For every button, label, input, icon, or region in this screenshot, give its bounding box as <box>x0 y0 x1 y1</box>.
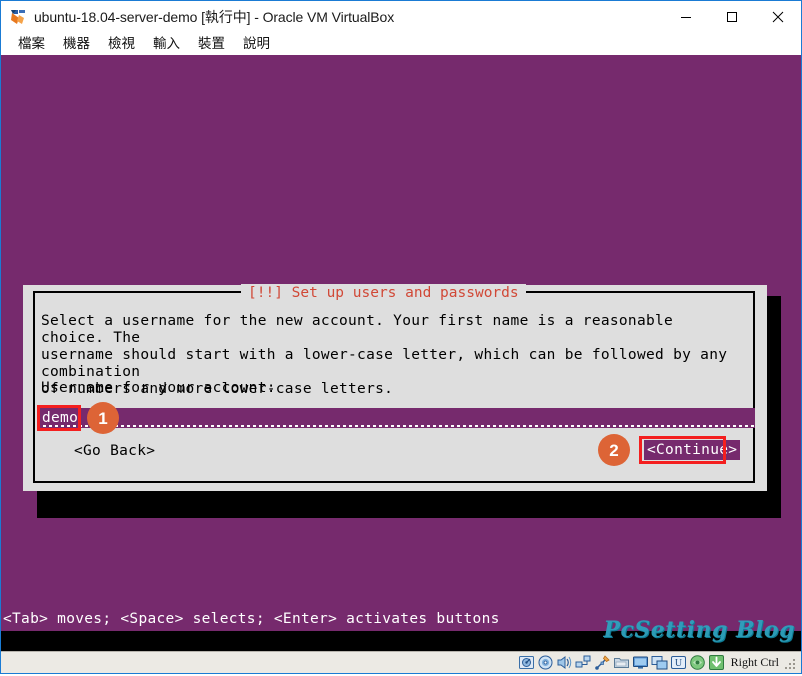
watermark: PcSetting Blog <box>603 617 795 643</box>
svg-text:U: U <box>675 658 683 669</box>
menu-item-help[interactable]: 說明 <box>234 33 279 55</box>
minimize-icon[interactable] <box>663 1 709 33</box>
username-input-underline <box>37 425 755 427</box>
hard-disk-icon[interactable] <box>518 654 535 671</box>
host-key-label: Right Ctrl <box>730 655 779 669</box>
maximize-icon[interactable] <box>709 1 755 33</box>
close-icon[interactable] <box>755 1 801 33</box>
menu-bar: 檔案 機器 檢視 輸入 裝置 說明 <box>1 33 801 55</box>
vm-screen[interactable]: [!!] Set up users and passwords Select a… <box>1 55 801 651</box>
go-back-button[interactable]: <Go Back> <box>74 443 155 459</box>
virtualbox-window: ubuntu-18.04-server-demo [執行中] - Oracle … <box>0 0 802 674</box>
keyboard-capture-icon[interactable] <box>708 654 725 671</box>
annotation-badge-1: 1 <box>87 402 119 434</box>
menu-item-input[interactable]: 輸入 <box>144 33 189 55</box>
menu-item-devices[interactable]: 裝置 <box>189 33 234 55</box>
virtualbox-icon <box>10 9 26 25</box>
menu-item-file[interactable]: 檔案 <box>9 33 54 55</box>
mouse-integration-icon[interactable] <box>689 654 706 671</box>
audio-icon[interactable] <box>556 654 573 671</box>
annotation-badge-2: 2 <box>598 434 630 466</box>
menu-item-view[interactable]: 檢視 <box>99 33 144 55</box>
resize-grip-icon[interactable] <box>785 657 797 669</box>
network-icon[interactable] <box>575 654 592 671</box>
display-icon[interactable] <box>632 654 649 671</box>
keyboard-hint-line: <Tab> moves; <Space> selects; <Enter> ac… <box>3 611 500 627</box>
window-controls <box>663 1 801 33</box>
continue-button-highlight-box <box>639 436 726 464</box>
menu-item-machine[interactable]: 機器 <box>54 33 99 55</box>
username-input-highlight-box <box>37 405 81 431</box>
remote-desktop-icon[interactable] <box>651 654 668 671</box>
title-bar: ubuntu-18.04-server-demo [執行中] - Oracle … <box>1 1 801 33</box>
optical-disk-icon[interactable] <box>537 654 554 671</box>
usb-icon[interactable] <box>594 654 611 671</box>
dialog-title: [!!] Set up users and passwords <box>241 284 526 302</box>
window-title: ubuntu-18.04-server-demo [執行中] - Oracle … <box>34 9 395 25</box>
username-field-label: Username for your account: <box>41 380 276 396</box>
dialog-bottom-black-strip <box>37 496 781 518</box>
vm-status-bar: U Right Ctrl <box>1 651 801 673</box>
shared-folder-icon[interactable] <box>613 654 630 671</box>
video-capture-icon[interactable]: U <box>670 654 687 671</box>
